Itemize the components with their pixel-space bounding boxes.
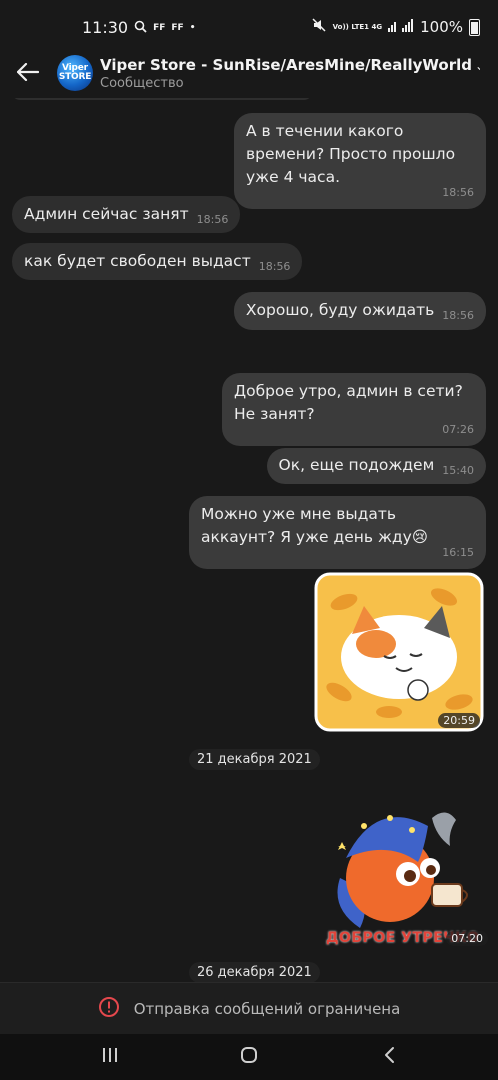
message-time: 18:56 xyxy=(442,186,474,199)
message-time: 16:15 xyxy=(442,546,474,559)
system-back-button[interactable] xyxy=(369,1042,409,1072)
message-time: 20:59 xyxy=(438,713,480,728)
message-bubble-incoming[interactable]: Админ сейчас занят 18:56 xyxy=(12,196,241,233)
message-time: 07:26 xyxy=(442,423,474,436)
messaging-restricted-banner: Отправка сообщений ограничена xyxy=(0,982,498,1035)
battery-percent: 100% xyxy=(420,18,463,36)
message-time: 15:40 xyxy=(442,464,474,477)
notification-indicator: FF xyxy=(171,22,184,33)
message-text: Хорошо, буду ожидать xyxy=(245,301,435,319)
message-time: 18:56 xyxy=(258,260,291,273)
home-button[interactable] xyxy=(229,1042,269,1072)
message-text: как будет свободен выдаст xyxy=(24,252,251,270)
sleepy-cat-sticker[interactable]: 20:59 xyxy=(314,572,484,732)
battery-icon xyxy=(469,18,480,36)
message-time: 18:56 xyxy=(196,213,229,226)
message-bubble-outgoing[interactable]: Можно уже мне выдать аккаунт? Я уже день… xyxy=(189,496,486,569)
chat-title-block[interactable]: Viper Store - SunRise/AresMine/ReallyWor… xyxy=(100,56,480,91)
message-bubble-outgoing[interactable]: Хорошо, буду ожидать 18:56 xyxy=(233,292,486,330)
status-time: 11:30 xyxy=(82,18,129,37)
message-bubble-outgoing[interactable]: Ок, еще подождем 15:40 xyxy=(266,448,486,484)
message-text: Доброе утро, админ в сети? Не занят? xyxy=(234,382,463,423)
message-text: Админ сейчас занят xyxy=(24,205,189,223)
recents-icon xyxy=(101,1047,119,1067)
arrow-left-icon xyxy=(16,62,40,85)
date-separator: 21 декабря 2021 xyxy=(189,749,320,770)
signal-icon xyxy=(388,18,414,36)
search-icon xyxy=(134,19,147,37)
avatar[interactable]: Viper STORE xyxy=(57,55,93,91)
chevron-down-icon: ⌄ xyxy=(475,59,480,73)
notification-indicator: FF xyxy=(153,22,166,33)
message-list[interactable]: А в течении какого времени? Просто прошл… xyxy=(0,98,498,982)
more-notifications-dot: • xyxy=(189,22,196,33)
message-bubble-outgoing[interactable]: А в течении какого времени? Просто прошл… xyxy=(234,113,486,209)
network-label: Vo)) LTE1 4G xyxy=(332,22,383,31)
message-bubble-partial xyxy=(12,98,312,100)
message-text: А в течении какого времени? Просто прошл… xyxy=(246,122,456,186)
chat-subtitle: Сообщество xyxy=(100,76,184,91)
date-separator: 26 декабря 2021 xyxy=(189,962,320,982)
status-bar: 11:30 FF FF • Vo)) LTE1 4G 100% xyxy=(0,0,498,52)
system-navigation-bar xyxy=(0,1034,498,1080)
back-icon xyxy=(383,1046,395,1068)
good-morning-ball-sticker[interactable]: ДОБРОЕ УТРЕЧКО 07:20 xyxy=(320,798,488,950)
mute-icon xyxy=(312,18,327,36)
alert-circle-icon xyxy=(98,996,120,1022)
back-arrow-button[interactable] xyxy=(12,58,44,90)
message-time: 18:56 xyxy=(442,309,474,322)
message-time: 07:20 xyxy=(446,931,488,946)
message-text: Можно уже мне выдать аккаунт? Я уже день… xyxy=(201,505,428,546)
message-bubble-incoming[interactable]: как будет свободен выдаст 18:56 xyxy=(12,243,303,280)
chat-header: Viper STORE Viper Store - SunRise/AresMi… xyxy=(0,52,498,98)
message-bubble-outgoing[interactable]: Доброе утро, админ в сети? Не занят? 07:… xyxy=(222,373,486,446)
restriction-text: Отправка сообщений ограничена xyxy=(133,1000,401,1018)
message-text: Ок, еще подождем xyxy=(278,456,435,474)
page-title[interactable]: Viper Store - SunRise/AresMine/ReallyWor… xyxy=(100,56,480,74)
home-icon xyxy=(240,1046,258,1068)
recents-button[interactable] xyxy=(90,1042,130,1072)
chat-title: Viper Store - SunRise/AresMine/ReallyWor… xyxy=(100,56,472,74)
